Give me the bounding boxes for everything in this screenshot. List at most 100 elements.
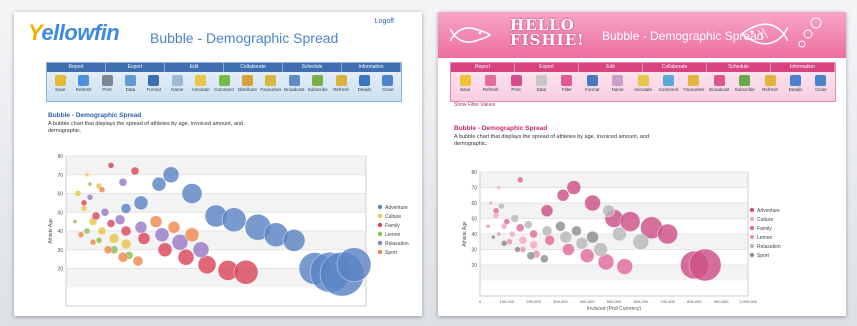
bubble-sport[interactable] (149, 215, 163, 228)
toolbar-button-name[interactable]: Name (605, 74, 629, 92)
bubble-relaxation[interactable] (100, 208, 110, 217)
bubble-sport[interactable] (89, 239, 97, 246)
bubble-sport[interactable] (555, 221, 566, 232)
bubble-adventure[interactable] (181, 183, 203, 204)
bubble-relaxation[interactable] (541, 225, 553, 237)
bubble-adventure[interactable] (120, 203, 132, 214)
bubble-family[interactable] (562, 243, 575, 256)
bubble-relaxation[interactable] (575, 237, 589, 250)
bubble-relaxation[interactable] (593, 242, 608, 257)
bubble-adventure[interactable] (162, 166, 180, 183)
bubble-culture[interactable] (529, 240, 538, 250)
toolbar-button-comment[interactable]: Comment (656, 74, 680, 92)
bubble-sport[interactable] (132, 255, 144, 267)
bubble-sport[interactable] (526, 251, 536, 260)
bubble-family[interactable] (515, 223, 525, 233)
bubble-family[interactable] (107, 162, 115, 169)
toolbar-button-save[interactable]: Save (453, 74, 477, 92)
bubble-family[interactable] (177, 249, 195, 266)
bubble-sport[interactable] (491, 234, 496, 240)
bubble-lemon[interactable] (519, 246, 527, 253)
bubble-culture[interactable] (496, 185, 501, 190)
toolbar-button-refresh[interactable]: Refresh (330, 74, 352, 92)
bubble-sport[interactable] (167, 221, 181, 234)
bubble-culture[interactable] (508, 230, 516, 238)
bubble-family[interactable] (106, 219, 116, 228)
bubble-family[interactable] (91, 211, 101, 221)
bubble-relaxation[interactable] (192, 241, 210, 258)
bubble-culture[interactable] (120, 238, 132, 250)
toolbar-button-distribute[interactable]: Distribute (236, 74, 258, 92)
bubble-family[interactable] (503, 218, 510, 225)
bubble-culture[interactable] (74, 190, 82, 197)
bubble-sport[interactable] (103, 245, 113, 254)
bubble-culture[interactable] (84, 172, 90, 177)
bubble-lemon[interactable] (496, 231, 501, 237)
toolbar-button-close[interactable]: Close (377, 74, 399, 92)
toolbar-button-print[interactable]: Print (96, 74, 118, 92)
toolbar-button-comment[interactable]: Comment (213, 74, 235, 92)
toolbar-button-subscribe[interactable]: Subscribe (306, 74, 328, 92)
bubble-adventure[interactable] (151, 176, 167, 192)
bubble-culture[interactable] (488, 200, 493, 206)
bubble-relaxation[interactable] (154, 227, 170, 242)
bubble-family[interactable] (120, 225, 132, 237)
bubble-family[interactable] (579, 248, 595, 263)
toolbar-button-format[interactable]: Format (580, 74, 604, 92)
bubble-family[interactable] (544, 234, 555, 246)
bubble-culture[interactable] (518, 235, 528, 245)
toolbar-button-refresh[interactable]: Refresh (478, 74, 502, 92)
bubble-adventure[interactable] (688, 248, 722, 282)
bubble-sport[interactable] (500, 240, 508, 247)
show-filter-values-link[interactable]: Show Filter Values (454, 102, 495, 108)
bubble-sport[interactable] (77, 231, 85, 238)
bubble-sport[interactable] (184, 227, 200, 242)
bubble-relaxation[interactable] (612, 226, 627, 242)
bubble-adventure[interactable] (584, 194, 601, 212)
bubble-adventure[interactable] (221, 207, 247, 232)
toolbar-button-favourites[interactable]: Favourites (682, 74, 706, 92)
bubble-relaxation[interactable] (86, 194, 94, 201)
bubble-lemon[interactable] (485, 224, 491, 229)
toolbar-button-format[interactable]: Format (143, 74, 165, 92)
bubble-family[interactable] (492, 207, 500, 214)
toolbar-button-refresh[interactable]: Refresh (72, 74, 94, 92)
bubble-sport[interactable] (586, 230, 599, 244)
bubble-adventure[interactable] (657, 223, 678, 245)
bubble-family[interactable] (516, 176, 524, 183)
bubble-relaxation[interactable] (632, 233, 650, 250)
bubble-relaxation[interactable] (602, 204, 615, 217)
bubble-relaxation[interactable] (559, 230, 572, 244)
bubble-family[interactable] (197, 255, 217, 274)
bubble-lemon[interactable] (87, 181, 93, 187)
bubble-family[interactable] (233, 260, 259, 285)
bubble-family[interactable] (616, 258, 633, 275)
toolbar-button-save[interactable]: Save (49, 74, 71, 92)
toolbar-button-data[interactable]: Data (529, 74, 553, 92)
bubble-sport[interactable] (540, 254, 549, 264)
bubble-family[interactable] (157, 242, 173, 257)
bubble-culture[interactable] (80, 205, 88, 212)
bubble-family[interactable] (80, 199, 88, 207)
bubble-relaxation[interactable] (498, 202, 505, 210)
toolbar-button-name[interactable]: Name (166, 74, 188, 92)
bubble-lemon[interactable] (83, 227, 91, 235)
bubble-relaxation[interactable] (114, 214, 126, 225)
toolbar-button-refresh[interactable]: Refresh (758, 74, 782, 92)
toolbar-button-filter[interactable]: Filter (555, 74, 579, 92)
bubble-adventure[interactable] (566, 180, 582, 195)
logoff-link[interactable]: Logoff (375, 18, 394, 25)
bubble-adventure[interactable] (336, 247, 372, 282)
bubble-culture[interactable] (97, 226, 107, 236)
bubble-sport[interactable] (117, 252, 129, 263)
toolbar-button-details[interactable]: Details (353, 74, 375, 92)
bubble-relaxation[interactable] (524, 220, 533, 229)
toolbar-button-print[interactable]: Print (504, 74, 528, 92)
toolbar-button-favourites[interactable]: Favourites (260, 74, 282, 92)
bubble-sport[interactable] (571, 225, 582, 237)
toolbar-button-subscribe[interactable]: Subscribe (732, 74, 756, 92)
bubble-adventure[interactable] (133, 195, 149, 211)
bubble-relaxation[interactable] (510, 214, 520, 223)
toolbar-button-close[interactable]: Close (809, 74, 833, 92)
toolbar-button-annotate[interactable]: Annotate (189, 74, 211, 92)
